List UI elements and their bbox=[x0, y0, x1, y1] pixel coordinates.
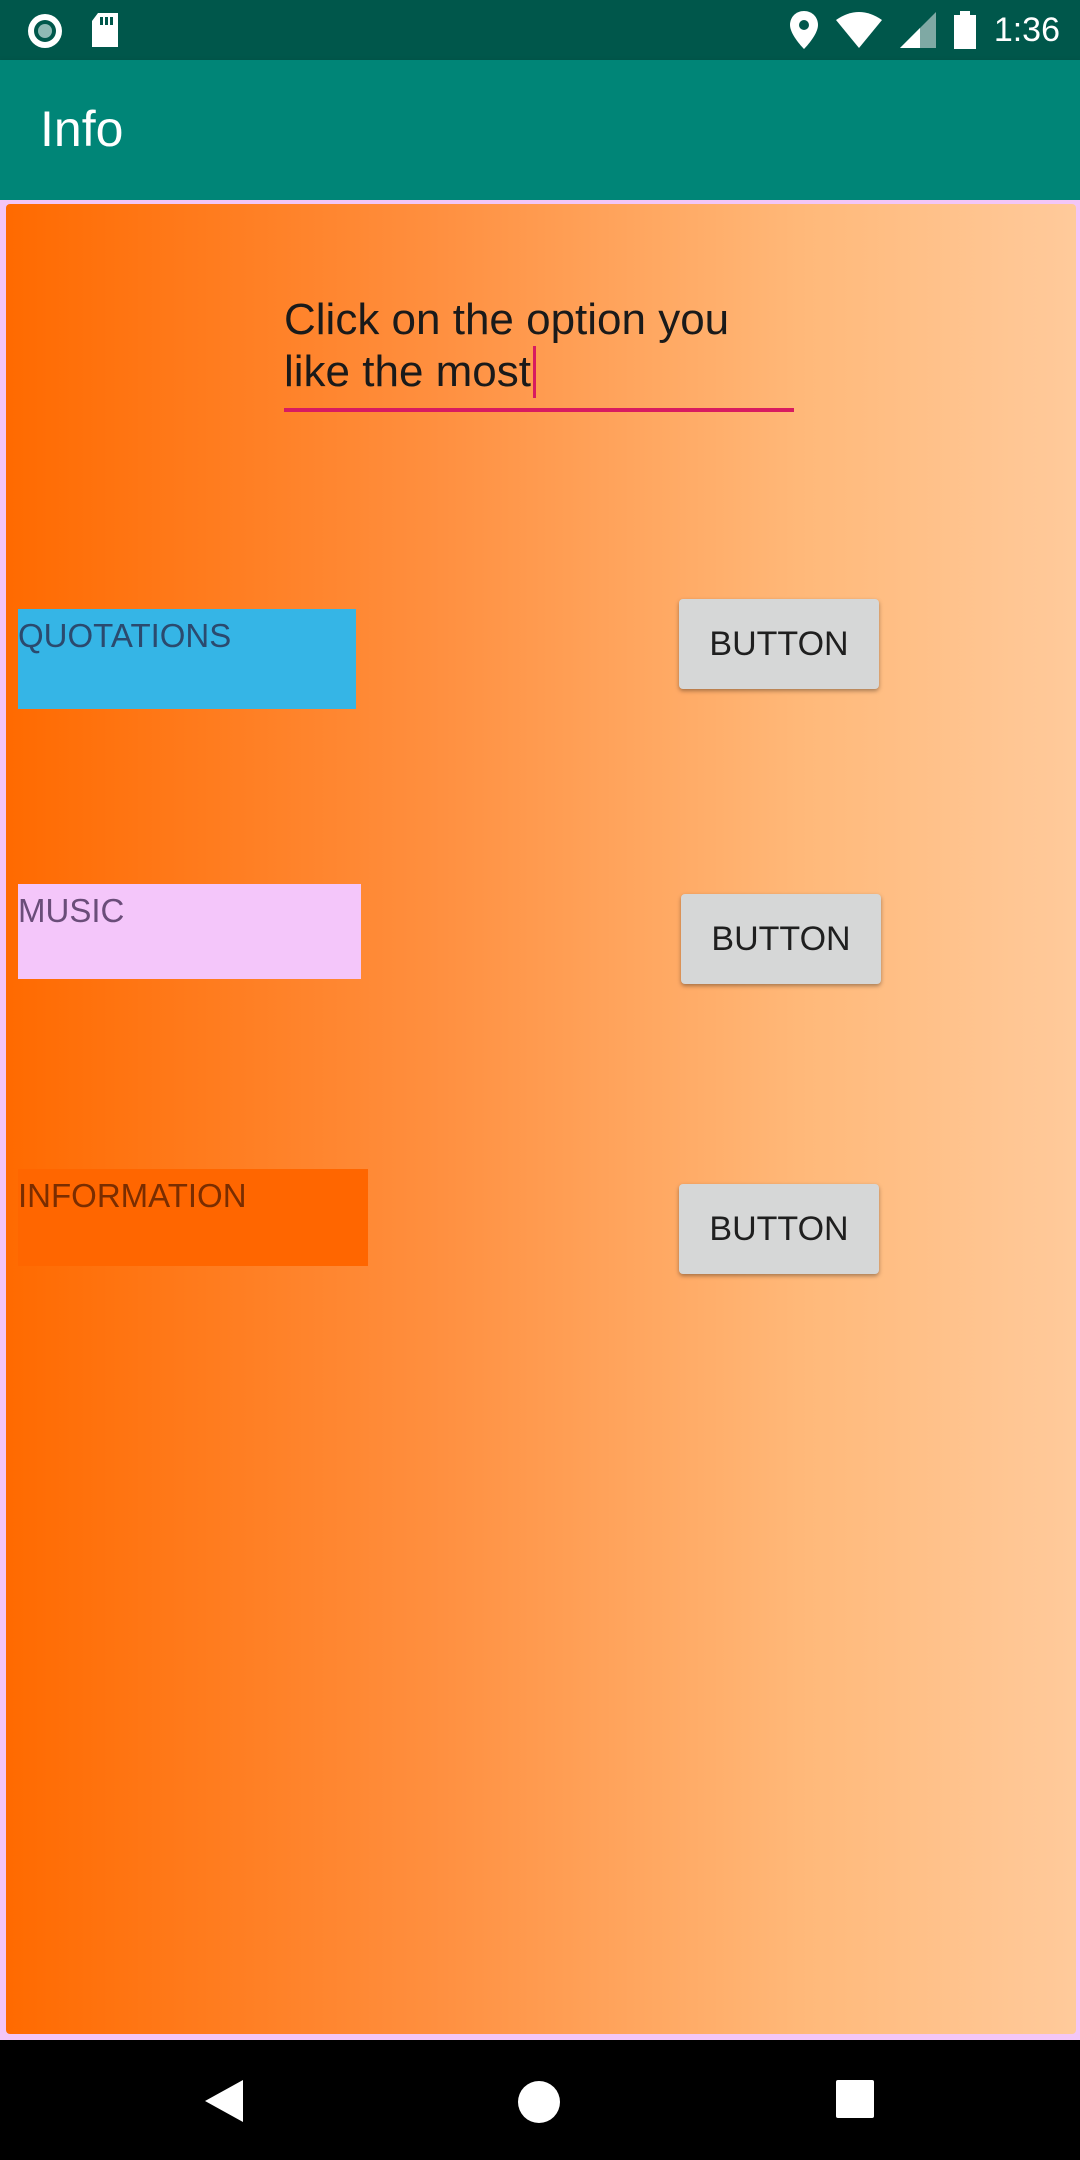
main-content: Click on the option you like the most QU… bbox=[0, 200, 1080, 2040]
back-icon[interactable] bbox=[205, 2080, 245, 2122]
navigation-bar bbox=[0, 2040, 1080, 2160]
app-bar: Info bbox=[0, 60, 1080, 200]
circle-notification-icon bbox=[28, 14, 62, 48]
recents-icon[interactable] bbox=[836, 2080, 876, 2120]
location-icon bbox=[789, 11, 818, 49]
prompt-text: Click on the option you like the most bbox=[284, 295, 730, 396]
prompt-text-field[interactable]: Click on the option you like the most bbox=[284, 294, 794, 412]
home-icon[interactable] bbox=[517, 2080, 561, 2124]
status-left-icons bbox=[26, 12, 120, 50]
option-music[interactable]: MUSIC bbox=[18, 884, 361, 979]
page-title: Info bbox=[40, 101, 124, 157]
music-button[interactable]: BUTTON bbox=[681, 894, 881, 984]
status-right-icons: 1:36 bbox=[789, 8, 1060, 52]
signal-icon bbox=[899, 12, 936, 48]
battery-icon bbox=[953, 11, 976, 49]
option-information[interactable]: INFORMATION bbox=[18, 1169, 368, 1266]
information-button[interactable]: BUTTON bbox=[679, 1184, 879, 1274]
wifi-icon bbox=[835, 12, 882, 48]
status-bar: 1:36 bbox=[0, 0, 1080, 60]
option-quotations[interactable]: QUOTATIONS bbox=[18, 609, 356, 709]
gradient-panel: Click on the option you like the most QU… bbox=[6, 204, 1076, 2034]
text-cursor bbox=[532, 346, 536, 398]
status-time: 1:36 bbox=[993, 11, 1060, 49]
sd-card-icon bbox=[92, 13, 118, 47]
quotations-button[interactable]: BUTTON bbox=[679, 599, 879, 689]
